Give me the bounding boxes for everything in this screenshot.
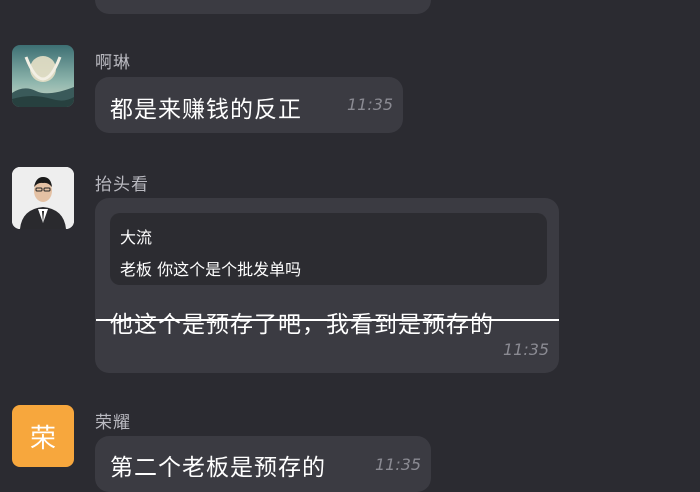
sender-name: 啊琳 bbox=[95, 53, 131, 73]
avatar[interactable]: 荣 bbox=[12, 405, 74, 467]
partial-message-bubble[interactable] bbox=[95, 0, 431, 14]
message-text: 第二个老板是预存的 bbox=[110, 455, 326, 481]
avatar[interactable] bbox=[12, 167, 74, 229]
moon-landscape-avatar-icon bbox=[12, 45, 74, 107]
avatar-initial: 荣 bbox=[29, 423, 56, 454]
message-time: 11:35 bbox=[503, 340, 550, 359]
man-in-suit-avatar-icon bbox=[12, 167, 74, 229]
avatar[interactable] bbox=[12, 45, 74, 107]
strikethrough-line bbox=[96, 319, 559, 321]
message-text: 都是来赚钱的反正 bbox=[110, 97, 302, 123]
message-time: 11:35 bbox=[375, 455, 422, 474]
quoted-author: 大流 bbox=[120, 228, 153, 247]
message-text: 他这个是预存了吧，我看到是预存的 bbox=[110, 312, 494, 338]
sender-name: 荣耀 bbox=[95, 413, 131, 433]
sender-name: 抬头看 bbox=[95, 175, 149, 195]
quoted-text: 老板 你这个是个批发单吗 bbox=[120, 260, 302, 279]
message-time: 11:35 bbox=[347, 95, 394, 114]
